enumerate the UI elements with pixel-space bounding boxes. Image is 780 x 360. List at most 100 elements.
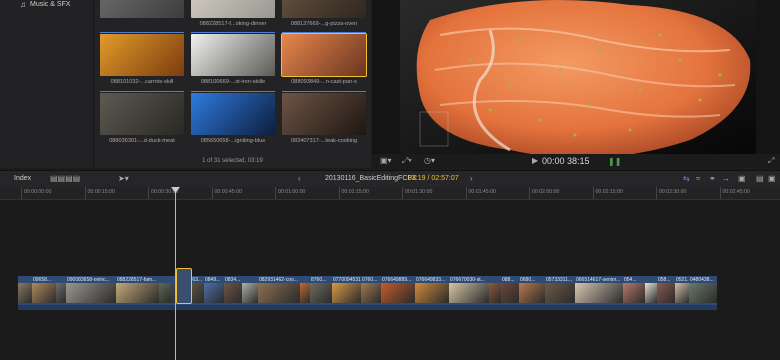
skimming-icon[interactable]: ⇆	[683, 174, 690, 183]
sidebar-item-music-sfx[interactable]: ♫ Music & SFX	[20, 0, 70, 9]
ruler-tick-label: 00:00:00:00	[24, 189, 52, 195]
playhead-handle[interactable]	[171, 187, 180, 193]
transform-tool-icon[interactable]: ⤢▾	[402, 156, 412, 166]
timeline-clip-audio	[381, 305, 415, 310]
timeline-clip-filmstrip	[361, 283, 381, 303]
timeline-clip-filmstrip	[242, 283, 258, 303]
timeline-clip-audio	[501, 305, 519, 310]
timeline-clip-audio	[116, 305, 159, 310]
timeline-clip-filmstrip	[415, 283, 449, 303]
timeline-clip-filmstrip	[519, 283, 545, 303]
clip-name: 088093849-...n-cast-pan-s	[291, 79, 357, 85]
timeline-clip[interactable]: 8760...	[310, 276, 333, 310]
clip-thumbnail	[191, 34, 275, 76]
timeline-clip[interactable]: 0849...	[204, 276, 225, 310]
timeline-clip[interactable]: 088228517-fam...	[116, 276, 160, 310]
timeline-clip[interactable]: 0770094531...	[332, 276, 362, 310]
ruler-tick-label: 00:00:15:00	[87, 189, 115, 195]
timeline-clip-filmstrip	[32, 283, 56, 303]
timeline-clip-filmstrip	[675, 283, 689, 303]
timeline-clip-audio	[415, 305, 449, 310]
timeline-clip-audio	[242, 305, 258, 310]
clip-name: 088137669-...g-pizza-oven	[290, 21, 358, 27]
clip-thumbnail	[281, 33, 367, 77]
timeline-clip[interactable]: 076649889...	[381, 276, 416, 310]
timeline-clip-filmstrip	[300, 283, 310, 303]
headphones-icon[interactable]: ⚭	[709, 174, 716, 183]
ruler-tick-label: 00:02:30:00	[659, 189, 687, 195]
timeline-ruler[interactable]: 00:00:00:00 00:00:15:00 00:00:30:00 00:00:4…	[0, 187, 780, 200]
play-icon[interactable]: ▶	[532, 156, 538, 165]
timeline-clip[interactable]: 09658...	[32, 276, 57, 310]
timeline-clip-audio	[183, 305, 204, 310]
timeline-clip-audio	[519, 305, 545, 310]
sidebar-item-label: Music & SFX	[30, 1, 71, 8]
viewer-format-icon[interactable]: ▣▾	[380, 156, 392, 165]
timeline-clip[interactable]: 090083658-oninc...	[66, 276, 117, 310]
ruler-tick-mark	[21, 187, 22, 199]
audio-meter-icon: ❚❚	[608, 157, 622, 166]
select-tool-icon[interactable]: ➤▾	[118, 174, 129, 183]
clip-thumbnail	[282, 93, 366, 135]
timeline-clip-filmstrip	[381, 283, 415, 303]
timeline-clip[interactable]: 088...	[501, 276, 520, 310]
clip-name: 088100669-...st-iron-skille	[200, 79, 266, 85]
clip-appearance-icon[interactable]: ▣	[738, 174, 746, 183]
ruler-tick-mark	[211, 187, 213, 199]
transitions-browser-icon[interactable]: ▣	[768, 174, 776, 183]
index-button[interactable]: Index	[14, 175, 31, 182]
clip-connect-icon[interactable]: ▤▤▤▤	[50, 174, 80, 183]
timeline-clip-filmstrip	[623, 283, 645, 303]
timeline-clip[interactable]: 076649833...	[415, 276, 450, 310]
timeline-clip[interactable]: 054...	[623, 276, 646, 310]
forward-arrow-icon[interactable]: ›	[470, 174, 473, 183]
timeline-clip[interactable]: 082931462-coo...	[258, 276, 301, 310]
timeline-clip[interactable]: 0680...	[519, 276, 546, 310]
audio-skimming-icon[interactable]: ≈	[696, 174, 700, 183]
ruler-tick-mark	[656, 187, 657, 199]
timeline-clip-filmstrip	[575, 283, 623, 303]
clip-name: 085650658-...igniting-blue	[200, 138, 266, 144]
timeline-clip-audio	[332, 305, 361, 310]
speed-tool-icon[interactable]: ◷▾	[424, 156, 435, 165]
timeline-clip-audio	[361, 305, 381, 310]
viewer-controls: ▣▾ ⤢▾ ◷▾ ▶ 00:00 38:15 ❚❚ ⤢	[372, 154, 780, 168]
timeline-clip[interactable]: 05733311...	[545, 276, 576, 310]
timeline-clip-filmstrip	[159, 283, 171, 303]
ruler-tick-label: 00:00:45:00	[214, 189, 242, 195]
snapping-icon[interactable]: →	[722, 174, 730, 183]
back-arrow-icon[interactable]: ‹	[298, 174, 301, 183]
ruler-tick-mark	[275, 187, 276, 199]
ruler-tick-mark	[148, 187, 149, 199]
timeline-clip[interactable]: 076670030-st...	[449, 276, 490, 310]
timeline-clip[interactable]: 0834...	[224, 276, 243, 310]
ruler-tick-label: 00:02:45:00	[722, 189, 750, 195]
timeline-clip[interactable]	[242, 276, 259, 310]
effects-browser-icon[interactable]: ▤	[756, 174, 764, 183]
ruler-tick-label: 00:01:00:00	[278, 189, 306, 195]
timeline-clip-filmstrip	[310, 283, 332, 303]
timeline-clip-audio	[645, 305, 657, 310]
timeline-clip-audio	[66, 305, 116, 310]
timeline-clip[interactable]: 0480438...	[689, 276, 718, 310]
timeline-clip-audio	[657, 305, 675, 310]
timeline-clip-audio	[575, 305, 623, 310]
ruler-tick-label: 00:01:30:00	[405, 189, 433, 195]
ruler-tick-mark	[465, 187, 467, 199]
selected-clip[interactable]	[176, 268, 192, 304]
fullscreen-icon[interactable]: ⤢	[768, 156, 774, 166]
viewer-image	[400, 0, 756, 154]
timeline-position: 03:19 / 02:57:07	[408, 175, 459, 182]
timeline-clip[interactable]: 0521...	[675, 276, 690, 310]
timeline-clip[interactable]: 058...	[657, 276, 676, 310]
timeline-clip-audio	[675, 305, 689, 310]
ruler-tick-label: 00:01:15:00	[341, 189, 369, 195]
timeline-clip[interactable]: 0760...	[361, 276, 382, 310]
timeline-clip[interactable]	[18, 276, 33, 310]
ruler-tick-label: 00:01:45:00	[468, 189, 496, 195]
playhead[interactable]	[175, 187, 176, 360]
timeline-clip-audio	[18, 305, 32, 310]
timeline-clip-filmstrip	[56, 283, 66, 303]
timeline-clip-audio	[300, 305, 310, 310]
timeline-clip[interactable]: 066514617-senior...	[575, 276, 624, 310]
